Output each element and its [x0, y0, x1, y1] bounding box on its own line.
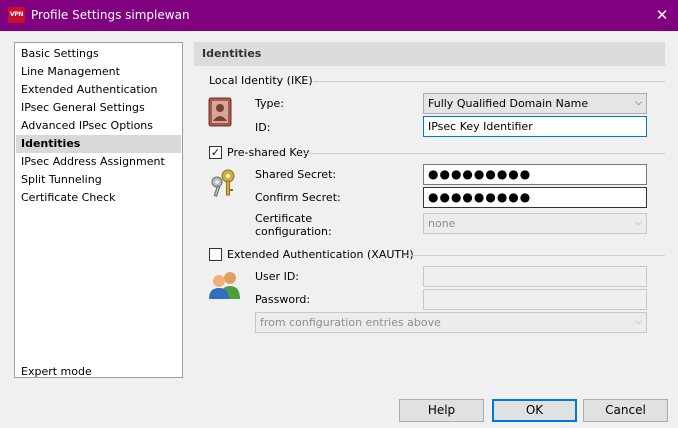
type-label: Type:	[255, 97, 284, 110]
confirm-secret-label: Confirm Secret:	[255, 191, 341, 204]
sidebar-item-ipsec-general-settings[interactable]: IPsec General Settings	[16, 99, 181, 117]
chevron-down-icon: ⌵	[635, 218, 642, 228]
divider	[313, 81, 665, 82]
certificate-config-value: none	[428, 217, 456, 230]
user-id-label: User ID:	[255, 270, 299, 283]
divider	[304, 153, 665, 154]
expert-mode-link[interactable]: Expert mode	[21, 365, 92, 378]
id-label: ID:	[255, 121, 271, 134]
button-bar: Help OK Cancel	[1, 391, 677, 427]
certificate-config-select[interactable]: none ⌵	[423, 213, 647, 234]
identity-card-icon	[208, 97, 232, 127]
sidebar-item-basic-settings[interactable]: Basic Settings	[16, 45, 181, 63]
preshared-key-checkbox[interactable]: ✓	[209, 146, 222, 159]
shared-secret-input[interactable]: ●●●●●●●●●	[423, 164, 647, 185]
shared-secret-label: Shared Secret:	[255, 168, 337, 181]
settings-nav: Basic Settings Line Management Extended …	[14, 42, 183, 378]
chevron-down-icon: ⌵	[635, 317, 642, 327]
local-identity-group-title: Local Identity (IKE)	[209, 74, 313, 87]
close-icon[interactable]: ✕	[646, 0, 678, 31]
preshared-key-label: Pre-shared Key	[227, 146, 310, 159]
users-icon	[208, 270, 242, 300]
sidebar-item-advanced-ipsec-options[interactable]: Advanced IPsec Options	[16, 117, 181, 135]
title-bar: VPN Profile Settings simplewan ✕	[0, 0, 678, 31]
sidebar-item-identities[interactable]: Identities	[16, 135, 181, 153]
identity-id-input[interactable]: IPsec Key Identifier	[423, 116, 647, 137]
sidebar-item-extended-authentication[interactable]: Extended Authentication	[16, 81, 181, 99]
page-title: Identities	[194, 42, 665, 66]
help-button[interactable]: Help	[399, 399, 484, 422]
vpn-app-icon: VPN	[8, 7, 25, 23]
sidebar-item-line-management[interactable]: Line Management	[16, 63, 181, 81]
ok-button[interactable]: OK	[492, 399, 577, 422]
sidebar-item-split-tunneling[interactable]: Split Tunneling	[16, 171, 181, 189]
certificate-config-label-line2: configuration:	[255, 225, 332, 238]
divider	[404, 255, 665, 256]
window-title: Profile Settings simplewan	[31, 8, 190, 22]
xauth-source-select[interactable]: from configuration entries above ⌵	[255, 312, 647, 333]
user-id-input[interactable]	[423, 266, 647, 287]
identities-panel: Identities Local Identity (IKE) Type: Fu…	[194, 42, 665, 394]
xauth-source-value: from configuration entries above	[260, 316, 441, 329]
xauth-label: Extended Authentication (XAUTH)	[227, 248, 414, 261]
cancel-button[interactable]: Cancel	[583, 399, 668, 422]
identity-type-value: Fully Qualified Domain Name	[428, 97, 589, 110]
confirm-secret-input[interactable]: ●●●●●●●●●	[423, 187, 647, 208]
sidebar-item-ipsec-address-assignment[interactable]: IPsec Address Assignment	[16, 153, 181, 171]
chevron-down-icon: ⌵	[635, 98, 642, 108]
identity-type-select[interactable]: Fully Qualified Domain Name ⌵	[423, 93, 647, 114]
password-label: Password:	[255, 293, 311, 306]
xauth-checkbox[interactable]	[209, 248, 222, 261]
sidebar-item-certificate-check[interactable]: Certificate Check	[16, 189, 181, 207]
password-input[interactable]	[423, 289, 647, 310]
certificate-config-label-line1: Certificate	[255, 212, 313, 225]
keys-icon	[208, 167, 240, 199]
dialog-body: Basic Settings Line Management Extended …	[1, 31, 677, 427]
